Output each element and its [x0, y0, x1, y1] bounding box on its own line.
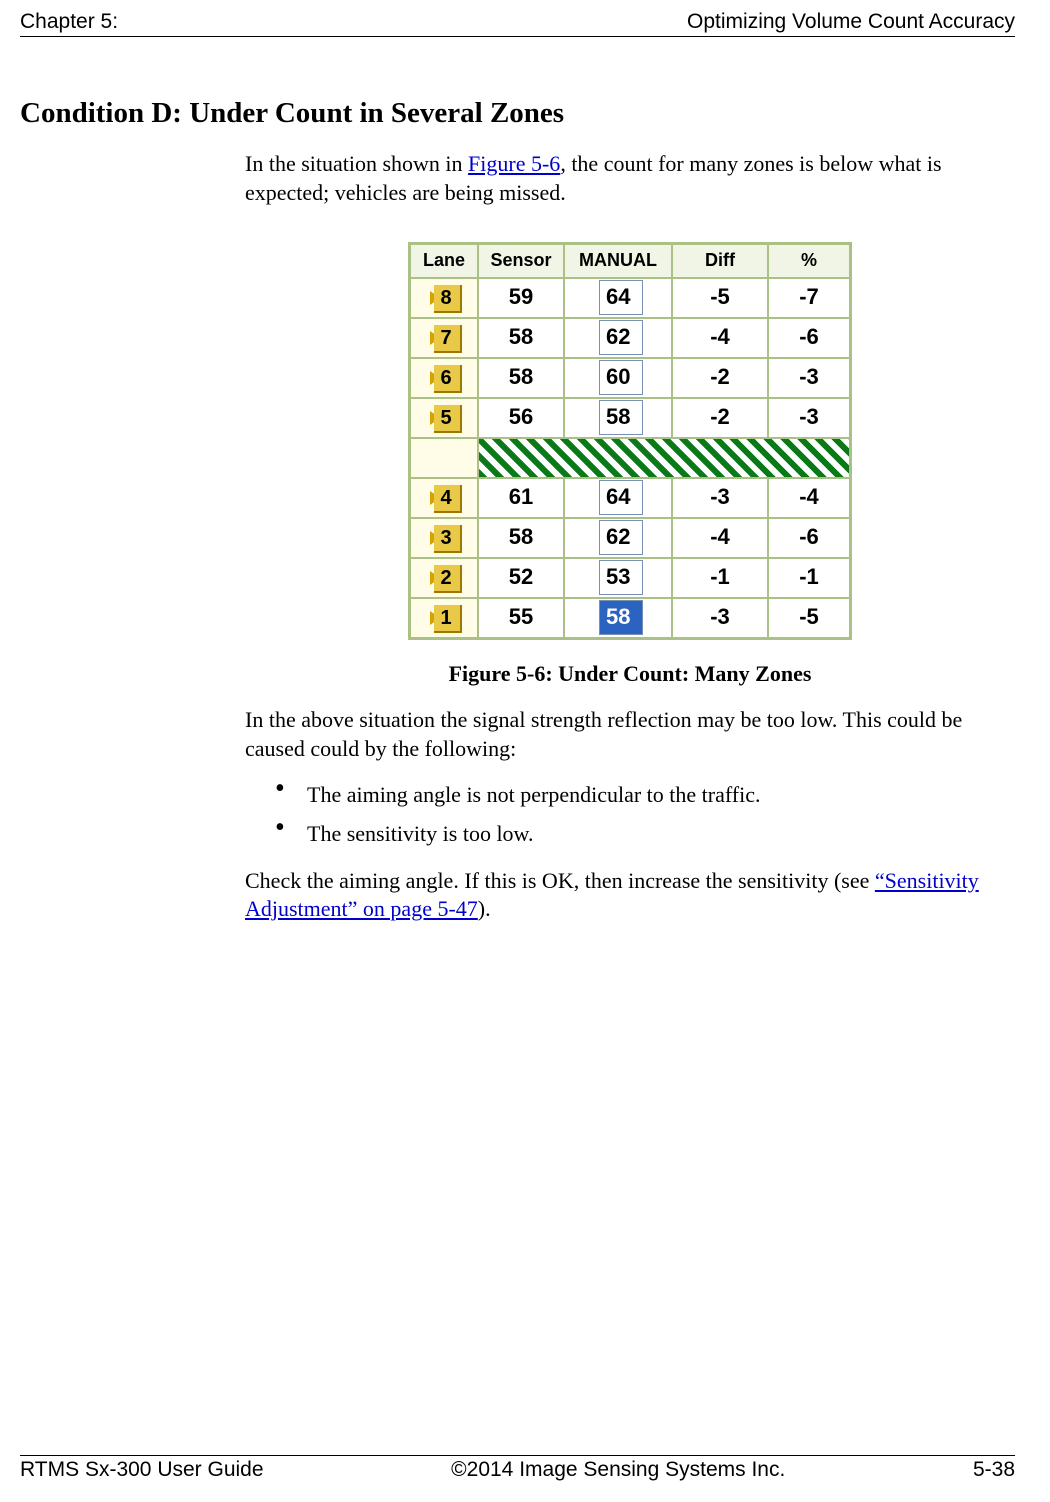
manual-cell[interactable]: 64: [564, 478, 672, 518]
pct-cell: -7: [768, 278, 850, 318]
table-row: 7 58 62 -4-6: [410, 318, 850, 358]
manual-value: 62: [599, 320, 643, 355]
table-row: 1 55 58 -3-5: [410, 598, 850, 638]
table-row: 8 59 64 -5-7: [410, 278, 850, 318]
lane-label: 5: [434, 405, 461, 433]
intro-before: In the situation shown in: [245, 151, 468, 176]
diff-cell: -4: [672, 518, 768, 558]
table-row: 2 52 53 -1-1: [410, 558, 850, 598]
diff-cell: -4: [672, 318, 768, 358]
th-sensor: Sensor: [478, 244, 564, 277]
lane-cell: 2: [410, 558, 478, 598]
pct-cell: -5: [768, 598, 850, 638]
footer-left: RTMS Sx-300 User Guide: [20, 1458, 264, 1482]
sensor-cell: 56: [478, 398, 564, 438]
lane-cell: 5: [410, 398, 478, 438]
lane-label: 6: [434, 365, 461, 393]
diff-cell: -1: [672, 558, 768, 598]
manual-cell[interactable]: 58: [564, 598, 672, 638]
lane-label: 3: [434, 525, 461, 553]
sensor-cell: 61: [478, 478, 564, 518]
figure-caption: Figure 5-6: Under Count: Many Zones: [449, 660, 812, 689]
bullet-list: The aiming angle is not perpendicular to…: [275, 781, 1015, 848]
body-content: In the situation shown in Figure 5-6, th…: [245, 150, 1015, 924]
separator-lane-cell: [410, 438, 478, 478]
manual-value: 60: [599, 360, 643, 395]
figure-5-6: Lane Sensor MANUAL Diff % 85964-5-775862…: [245, 242, 1015, 688]
lane-cell: 4: [410, 478, 478, 518]
pct-cell: -4: [768, 478, 850, 518]
manual-value: 58: [599, 400, 643, 435]
sensor-cell: 59: [478, 278, 564, 318]
manual-value: 64: [599, 480, 643, 515]
footer-right: 5-38: [973, 1458, 1015, 1482]
intro-paragraph: In the situation shown in Figure 5-6, th…: [245, 150, 1015, 207]
th-diff: Diff: [672, 244, 768, 277]
footer-center: ©2014 Image Sensing Systems Inc.: [451, 1458, 785, 1482]
lane-cell: 7: [410, 318, 478, 358]
manual-cell[interactable]: 53: [564, 558, 672, 598]
manual-value: 62: [599, 520, 643, 555]
lane-cell: 8: [410, 278, 478, 318]
sensor-cell: 58: [478, 518, 564, 558]
manual-value: 53: [599, 560, 643, 595]
page-header: Chapter 5: Optimizing Volume Count Accur…: [20, 10, 1015, 37]
diff-cell: -3: [672, 478, 768, 518]
manual-cell[interactable]: 58: [564, 398, 672, 438]
pct-cell: -3: [768, 358, 850, 398]
pct-cell: -6: [768, 318, 850, 358]
para3-before: Check the aiming angle. If this is OK, t…: [245, 868, 875, 893]
diff-cell: -2: [672, 358, 768, 398]
lane-cell: 1: [410, 598, 478, 638]
lane-label: 8: [434, 285, 461, 313]
diff-cell: -5: [672, 278, 768, 318]
th-lane: Lane: [410, 244, 478, 277]
list-item: The aiming angle is not perpendicular to…: [275, 781, 1015, 810]
count-table: Lane Sensor MANUAL Diff % 85964-5-775862…: [408, 242, 852, 639]
sensor-cell: 58: [478, 358, 564, 398]
lane-label: 4: [434, 485, 461, 513]
paragraph-2: In the above situation the signal streng…: [245, 706, 1015, 763]
sensor-cell: 52: [478, 558, 564, 598]
table-row: 3 58 62 -4-6: [410, 518, 850, 558]
th-pct: %: [768, 244, 850, 277]
th-manual: MANUAL: [564, 244, 672, 277]
separator-hatch: [478, 438, 850, 478]
chapter-label: Chapter 5:: [20, 10, 118, 34]
figure-link[interactable]: Figure 5-6: [468, 151, 560, 176]
section-heading: Condition D: Under Count in Several Zone…: [20, 97, 1015, 130]
header-title: Optimizing Volume Count Accuracy: [687, 10, 1015, 34]
table-row: 6 58 60 -2-3: [410, 358, 850, 398]
manual-value: 58: [599, 600, 643, 635]
manual-cell[interactable]: 62: [564, 318, 672, 358]
table-row: 5 56 58 -2-3: [410, 398, 850, 438]
pct-cell: -1: [768, 558, 850, 598]
page-footer: RTMS Sx-300 User Guide ©2014 Image Sensi…: [20, 1455, 1015, 1482]
manual-cell[interactable]: 62: [564, 518, 672, 558]
diff-cell: -2: [672, 398, 768, 438]
lane-label: 2: [434, 565, 461, 593]
diff-cell: -3: [672, 598, 768, 638]
sensor-cell: 58: [478, 318, 564, 358]
manual-cell[interactable]: 60: [564, 358, 672, 398]
sensor-cell: 55: [478, 598, 564, 638]
manual-value: 64: [599, 280, 643, 315]
table-row: 4 61 64 -3-4: [410, 478, 850, 518]
lane-label: 7: [434, 325, 461, 353]
pct-cell: -6: [768, 518, 850, 558]
lane-cell: 6: [410, 358, 478, 398]
pct-cell: -3: [768, 398, 850, 438]
manual-cell[interactable]: 64: [564, 278, 672, 318]
list-item: The sensitivity is too low.: [275, 820, 1015, 849]
lane-cell: 3: [410, 518, 478, 558]
para3-after: ).: [478, 896, 491, 921]
paragraph-3: Check the aiming angle. If this is OK, t…: [245, 867, 1015, 924]
lane-label: 1: [434, 605, 461, 633]
